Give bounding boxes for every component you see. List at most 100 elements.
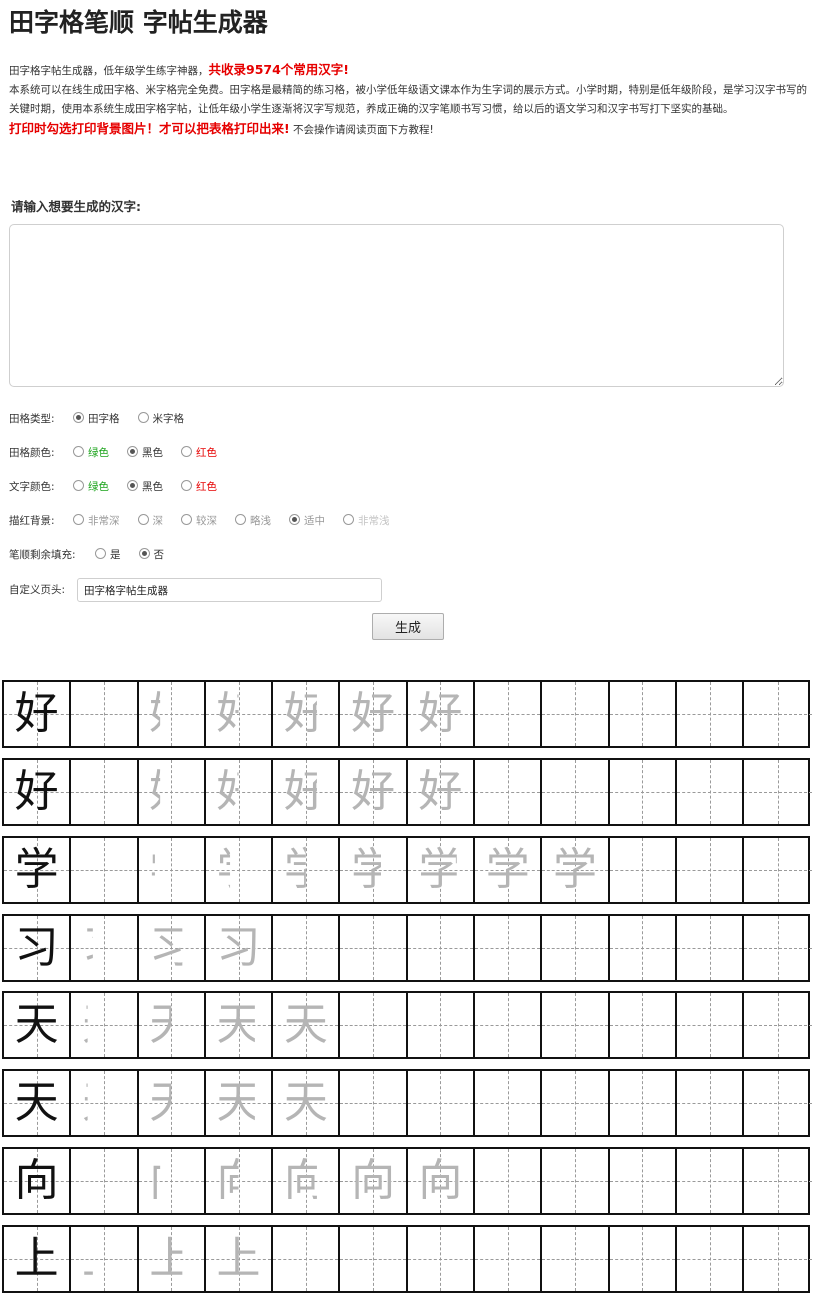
practice-row: 向向向向向向向 xyxy=(2,1147,812,1215)
trace-cell xyxy=(542,682,610,746)
trace-cell xyxy=(542,1149,610,1213)
radio-button[interactable] xyxy=(289,514,300,525)
trace-char-partial: 好 xyxy=(351,766,396,817)
radio-button[interactable] xyxy=(181,514,192,525)
text-color-option[interactable]: 绿色 xyxy=(73,478,109,496)
trace-cell xyxy=(609,1227,677,1291)
trace-cell xyxy=(340,993,408,1057)
grid-color-option[interactable]: 红色 xyxy=(181,444,217,462)
radio-label: 绿色 xyxy=(88,447,109,459)
trace-cell: 学 xyxy=(71,838,139,902)
radio-button[interactable] xyxy=(235,514,246,525)
trace-cell xyxy=(609,1071,677,1135)
radio-button[interactable] xyxy=(73,446,84,457)
trace-char-partial: 向 xyxy=(351,1155,396,1206)
trace-cell xyxy=(475,1149,543,1213)
trace-bg-option[interactable]: 较深 xyxy=(181,512,217,530)
trace-cell: 学 xyxy=(273,838,341,902)
model-char: 天 xyxy=(14,1077,59,1128)
trace-cell xyxy=(475,1071,543,1135)
grid-type-option[interactable]: 米字格 xyxy=(137,410,184,428)
grid-color-option[interactable]: 黑色 xyxy=(127,444,163,462)
trace-cell: 上 xyxy=(138,1227,206,1291)
trace-cell: 好 xyxy=(340,760,408,824)
model-char: 上 xyxy=(14,1233,59,1284)
trace-cell xyxy=(744,993,812,1057)
text-color-row: 文字颜色: 绿色 黑色 红色 xyxy=(9,478,235,496)
trace-char-partial: 天 xyxy=(81,999,126,1050)
trace-cell xyxy=(407,1071,476,1135)
text-color-option[interactable]: 红色 xyxy=(181,478,217,496)
trace-cell: 好 xyxy=(205,760,274,824)
practice-row: 习习习习 xyxy=(2,914,812,982)
trace-cell xyxy=(676,682,745,746)
radio-button[interactable] xyxy=(137,514,149,525)
trace-bg-option[interactable]: 略浅 xyxy=(235,512,271,530)
trace-char: 学 xyxy=(553,844,598,895)
radio-button[interactable] xyxy=(73,480,84,491)
trace-cell: 好 xyxy=(407,682,476,746)
trace-char-partial: 天 xyxy=(216,1077,261,1128)
radio-button[interactable] xyxy=(127,446,138,457)
model-char-cell: 好 xyxy=(4,682,72,746)
text-color-option[interactable]: 黑色 xyxy=(127,478,163,496)
trace-bg-option[interactable]: 深 xyxy=(137,512,163,530)
model-char: 习 xyxy=(14,922,59,973)
trace-char-partial: 天 xyxy=(81,1077,126,1128)
fill-rest-label: 笔顺剩余填充: xyxy=(9,549,76,561)
text-color-label: 文字颜色: xyxy=(9,481,55,493)
grid-color-option[interactable]: 绿色 xyxy=(73,444,109,462)
model-char-cell: 天 xyxy=(4,1071,72,1135)
trace-cell xyxy=(676,760,745,824)
model-char-cell: 好 xyxy=(4,760,72,824)
trace-char-partial: 向 xyxy=(81,1155,126,1206)
trace-cell xyxy=(609,1149,677,1213)
generate-button[interactable]: 生成 xyxy=(372,613,444,640)
trace-cell xyxy=(475,916,543,980)
radio-label: 非常浅 xyxy=(358,515,390,527)
trace-cell xyxy=(475,682,543,746)
trace-char-partial: 好 xyxy=(81,766,126,817)
trace-bg-option[interactable]: 非常浅 xyxy=(343,512,390,530)
trace-cell xyxy=(676,1227,745,1291)
grid-type-option[interactable]: 田字格 xyxy=(73,410,120,428)
radio-button[interactable] xyxy=(137,412,149,423)
trace-cell xyxy=(676,1071,745,1135)
trace-char-partial: 习 xyxy=(149,922,194,973)
radio-button[interactable] xyxy=(95,548,106,559)
trace-cell: 天 xyxy=(205,993,274,1057)
trace-bg-option[interactable]: 非常深 xyxy=(73,512,120,530)
radio-button[interactable] xyxy=(127,480,138,491)
fill-rest-option[interactable]: 否 xyxy=(138,546,164,564)
trace-char-partial: 好 xyxy=(149,766,194,817)
practice-row: 天天天天天 xyxy=(2,991,812,1059)
trace-bg-option[interactable]: 适中 xyxy=(289,512,325,530)
grid-type-row: 田格类型: 田字格 米字格 xyxy=(9,410,202,428)
fill-rest-option[interactable]: 是 xyxy=(95,546,121,564)
trace-cell xyxy=(407,993,476,1057)
trace-cell: 向 xyxy=(205,1149,274,1213)
trace-cell xyxy=(475,993,543,1057)
trace-cell xyxy=(609,993,677,1057)
intro-highlight: 共收录9574个常用汉字! xyxy=(208,62,350,77)
radio-button[interactable] xyxy=(73,514,84,525)
radio-button[interactable] xyxy=(181,480,192,491)
trace-cell: 天 xyxy=(138,993,206,1057)
custom-header-label: 自定义页头: xyxy=(9,584,66,596)
trace-bg-label: 描红背景: xyxy=(9,515,55,527)
trace-char-partial: 天 xyxy=(149,1077,194,1128)
radio-button[interactable] xyxy=(343,514,354,525)
radio-button[interactable] xyxy=(181,446,192,457)
intro-text: 田字格字帖生成器，低年级学生练字神器， xyxy=(9,65,209,77)
custom-header-input[interactable] xyxy=(77,578,382,602)
trace-cell: 天 xyxy=(138,1071,206,1135)
practice-row: 好好好好好好好 xyxy=(2,680,812,748)
trace-char: 习 xyxy=(216,922,261,973)
radio-label: 红色 xyxy=(196,481,217,493)
grid-color-label: 田格颜色: xyxy=(9,447,55,459)
radio-button[interactable] xyxy=(73,412,84,423)
model-char-cell: 天 xyxy=(4,993,72,1057)
char-input[interactable] xyxy=(9,224,784,387)
radio-button[interactable] xyxy=(138,548,150,559)
trace-char-partial: 好 xyxy=(283,688,328,739)
